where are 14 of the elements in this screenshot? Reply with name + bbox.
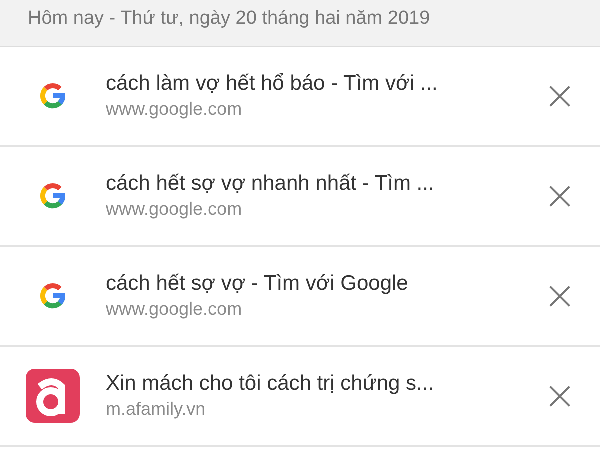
page-url: m.afamily.vn: [106, 399, 207, 420]
page-url: www.google.com: [106, 299, 244, 320]
remove-button[interactable]: ×: [520, 66, 600, 126]
page-title[interactable]: Xin mách cho tôi cách trị chứng s...: [106, 372, 520, 396]
page-title[interactable]: cách hết sợ vợ - Tìm với Google: [106, 272, 520, 296]
site-logo-icon: [26, 369, 80, 423]
page-url: www.google.com: [106, 199, 244, 220]
page-title[interactable]: cách làm vợ hết hổ báo - Tìm với ...: [106, 72, 520, 96]
remove-button[interactable]: ×: [520, 366, 600, 426]
remove-button[interactable]: ×: [520, 266, 600, 326]
date-heading: Hôm nay - Thứ tư, ngày 20 tháng hai năm 2019: [28, 8, 430, 29]
page-url: www.google.com: [106, 99, 244, 120]
remove-button[interactable]: ×: [520, 166, 600, 226]
page-title[interactable]: cách hết sợ vợ nhanh nhất - Tìm ...: [106, 172, 520, 196]
